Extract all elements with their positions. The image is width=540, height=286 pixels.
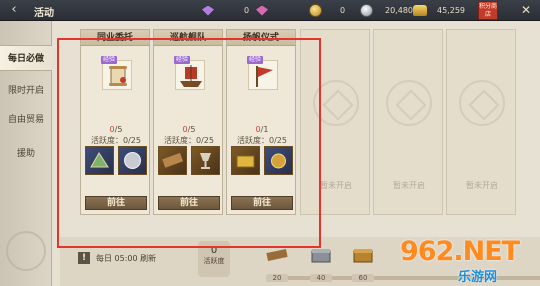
- reward-silver-coin[interactable]: [118, 146, 147, 175]
- activity-total: 0 活跃度: [198, 241, 230, 277]
- locked-card-header: [301, 30, 369, 46]
- exp-badge: 经验: [174, 56, 191, 64]
- wood-reward-icon[interactable]: [266, 247, 288, 263]
- activity-total-value: 0: [210, 245, 218, 256]
- scroll-icon: [102, 60, 132, 90]
- activity-value: 0/25: [123, 136, 141, 145]
- silver-chest-icon[interactable]: [310, 247, 332, 263]
- sidebar: 每日必做 限时开启 自由贸易 援助: [0, 21, 52, 286]
- reward-list: [85, 146, 147, 176]
- task-card-ceremony: 扬帆仪式 经验 0/1 活跃度：0/25 前往: [226, 29, 296, 215]
- go-button[interactable]: 前往: [85, 196, 147, 210]
- task-progress: 0/5: [154, 125, 224, 134]
- locked-card: 暂未开启: [446, 29, 516, 215]
- activity-total-label: 活跃度: [203, 257, 225, 265]
- reward-wood-plank[interactable]: [158, 146, 187, 175]
- activity-label: 活跃度：: [91, 136, 124, 145]
- locked-card-header: [447, 30, 515, 46]
- progress-total: /5: [114, 125, 123, 134]
- locked-card: 暂未开启: [300, 29, 370, 215]
- watermark-sub: 乐游网: [458, 270, 498, 285]
- reward-map-item[interactable]: [85, 146, 114, 175]
- card-title: 扬帆仪式: [227, 30, 295, 46]
- silver-coin-icon: [360, 4, 373, 17]
- milestone-label: 60: [352, 274, 374, 282]
- reward-gold-chest[interactable]: [231, 146, 260, 175]
- progress-total: /1: [260, 125, 269, 134]
- back-arrow-icon[interactable]: ‹: [4, 3, 24, 18]
- card-title: 巡航舰队: [154, 30, 222, 46]
- activity-progress: 活跃度：0/25: [154, 135, 224, 146]
- locked-emblem-icon: [459, 80, 505, 126]
- compass-ornament-icon: [6, 231, 46, 271]
- reward-medal[interactable]: [264, 146, 293, 175]
- locked-card-header: [374, 30, 442, 46]
- activity-label: 活跃度：: [164, 136, 197, 145]
- gold-coin-icon: [309, 4, 322, 17]
- reward-list: [158, 146, 220, 176]
- gold-coin-count: 0: [340, 6, 346, 15]
- milestone-label: 20: [266, 274, 288, 282]
- gold-ingot-count: 45,259: [437, 6, 465, 15]
- resource-silver-coin: 20,480: [360, 3, 413, 18]
- locked-emblem-icon: [313, 80, 359, 126]
- task-card-fleet: 巡航舰队 经验 0/5 活跃度：0/25 前往: [153, 29, 223, 215]
- pink-gem-icon: [256, 5, 268, 16]
- resource-gold-ingot: 45,259: [413, 3, 465, 18]
- resource-purple-gem: 0: [202, 3, 249, 18]
- task-progress: 0/5: [81, 125, 151, 134]
- activity-progress: 活跃度：0/25: [81, 135, 151, 146]
- task-progress: 0/1: [227, 125, 297, 134]
- flag-icon: [248, 60, 278, 90]
- locked-card: 暂未开启: [373, 29, 443, 215]
- locked-emblem-icon: [386, 80, 432, 126]
- sidebar-item-assist[interactable]: 援助: [0, 141, 52, 167]
- refresh-note: 每日 05:00 刷新: [96, 254, 157, 263]
- silver-coin-count: 20,480: [385, 6, 413, 15]
- sidebar-item-limited[interactable]: 限时开启: [0, 78, 52, 104]
- card-title: 同业委托: [81, 30, 149, 46]
- progress-total: /5: [187, 125, 196, 134]
- milestone-label: 40: [310, 274, 332, 282]
- close-icon[interactable]: ✕: [518, 3, 534, 18]
- locked-label: 暂未开启: [466, 181, 498, 190]
- site-watermark: 962.NET 乐游网: [400, 236, 536, 285]
- reward-list: [231, 146, 293, 176]
- locked-label: 暂未开启: [320, 181, 352, 190]
- task-card-commission: 同业委托 经验 0/5 活跃度：0/25 前往: [80, 29, 150, 215]
- top-bar: ‹ 活动 0 20 0 20,480 45,259 积分商店 ✕: [0, 0, 540, 21]
- reward-goblet[interactable]: [191, 146, 220, 175]
- ship-icon: [175, 60, 205, 90]
- go-button[interactable]: 前往: [231, 196, 293, 210]
- sidebar-item-daily[interactable]: 每日必做: [0, 45, 52, 71]
- sidebar-item-trade[interactable]: 自由贸易: [0, 107, 52, 133]
- locked-label: 暂未开启: [393, 181, 425, 190]
- purple-gem-icon: [202, 5, 214, 16]
- watermark-brand: 962.NET: [400, 236, 520, 267]
- activity-progress: 活跃度：0/25: [227, 135, 297, 146]
- info-icon: !: [78, 252, 90, 264]
- exp-badge: 经验: [247, 56, 264, 64]
- activity-value: 0/25: [196, 136, 214, 145]
- activity-value: 0/25: [269, 136, 287, 145]
- purple-gem-count: 0: [244, 6, 250, 15]
- activity-label: 活跃度：: [237, 136, 270, 145]
- exp-badge: 经验: [101, 56, 118, 64]
- resource-gold-coin: 0: [309, 3, 345, 18]
- gold-ingot-icon: [413, 5, 427, 16]
- points-shop-button[interactable]: 积分商店: [478, 1, 498, 20]
- gold-chest-icon[interactable]: [352, 247, 374, 263]
- go-button[interactable]: 前往: [158, 196, 220, 210]
- page-title: 活动: [34, 8, 54, 19]
